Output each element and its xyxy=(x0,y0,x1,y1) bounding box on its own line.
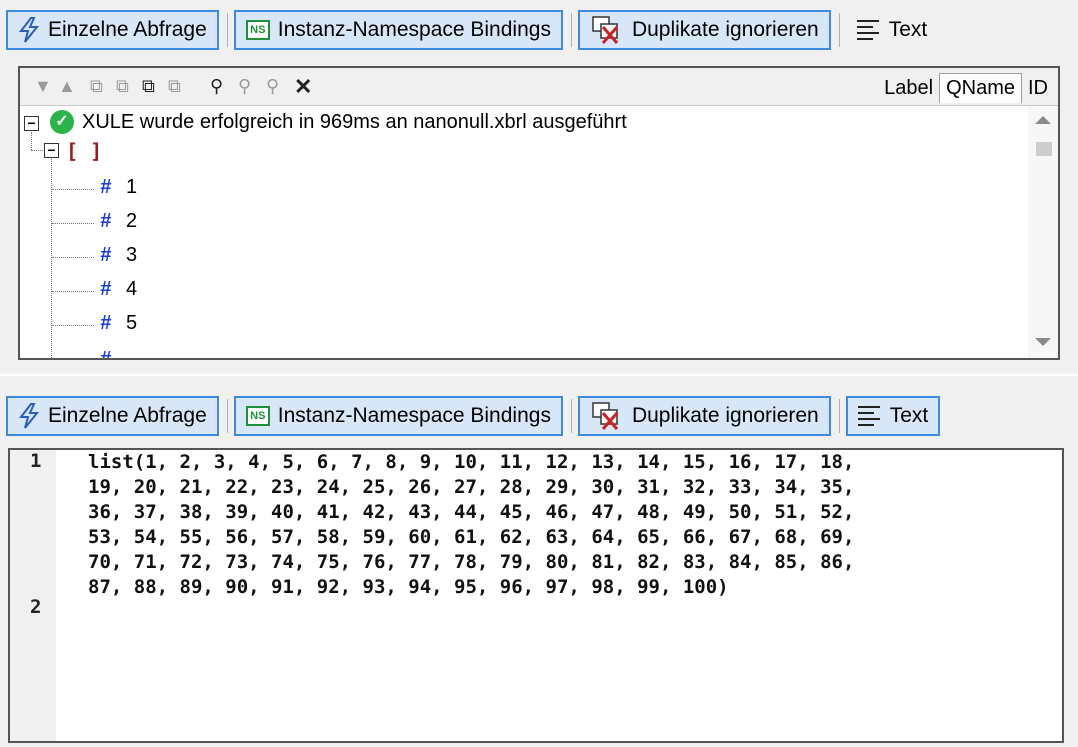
scroll-down-icon[interactable] xyxy=(1035,338,1051,346)
code-text[interactable]: list(1, 2, 3, 4, 5, 6, 7, 8, 9, 10, 11, … xyxy=(88,450,854,600)
namespace-bindings-label: Instanz-Namespace Bindings xyxy=(277,404,551,427)
tree-connector xyxy=(52,358,94,359)
single-query-label: Einzelne Abfrage xyxy=(48,18,207,41)
single-query-label: Einzelne Abfrage xyxy=(48,404,207,427)
single-query-button[interactable]: Einzelne Abfrage xyxy=(6,10,219,50)
lightning-icon xyxy=(18,403,40,429)
copy-all-icon[interactable]: ⧉ xyxy=(116,76,129,97)
list-item[interactable]: 3 xyxy=(126,244,137,267)
toolbar-separator xyxy=(570,399,572,433)
find-next-icon[interactable]: ⚲ xyxy=(238,76,251,97)
copy-value-icon[interactable]: ⧉ xyxy=(168,76,181,97)
list-item[interactable]: 1 xyxy=(126,176,137,199)
tree-scrollbar[interactable] xyxy=(1028,106,1058,358)
tree-connector xyxy=(31,150,43,151)
ignore-duplicates-button[interactable]: Duplikate ignorieren xyxy=(577,10,831,50)
tab-qname[interactable]: QName xyxy=(939,73,1022,103)
duplicates-icon xyxy=(590,14,624,46)
text-view-button[interactable]: Text xyxy=(845,396,941,436)
collapse-root-toggle[interactable]: − xyxy=(24,116,39,131)
status-message: XULE wurde erfolgreich in 969ms an nanon… xyxy=(82,111,627,133)
ignore-duplicates-label: Duplikate ignorieren xyxy=(631,404,819,427)
find-icon[interactable]: ⚲ xyxy=(210,76,223,97)
tab-id[interactable]: ID xyxy=(1022,74,1054,103)
find-previous-icon[interactable]: ⚲ xyxy=(266,76,279,97)
scroll-up-icon[interactable] xyxy=(1035,116,1051,124)
toolbar-separator xyxy=(838,13,840,47)
tree-connector xyxy=(52,291,94,292)
line-number: 2 xyxy=(30,596,42,618)
list-node[interactable]: [ ] xyxy=(66,139,102,163)
ignore-duplicates-button[interactable]: Duplikate ignorieren xyxy=(577,396,831,436)
list-item[interactable]: 2 xyxy=(126,210,137,233)
namespace-icon: NS xyxy=(245,406,270,426)
toolbar-separator xyxy=(838,399,840,433)
text-view-button[interactable]: Text xyxy=(846,10,939,50)
line-number-gutter: 1 2 xyxy=(10,450,56,741)
number-type-icon: # xyxy=(100,348,112,360)
number-type-icon: # xyxy=(100,312,112,334)
namespace-bindings-label: Instanz-Namespace Bindings xyxy=(277,18,551,41)
namespace-bindings-button[interactable]: NS Instanz-Namespace Bindings xyxy=(233,10,563,50)
namespace-bindings-button[interactable]: NS Instanz-Namespace Bindings xyxy=(233,396,563,436)
list-item[interactable]: 4 xyxy=(126,278,137,301)
success-check-icon: ✓ xyxy=(50,110,74,134)
ignore-duplicates-label: Duplikate ignorieren xyxy=(631,18,819,41)
text-view-label: Text xyxy=(889,404,929,427)
number-type-icon: # xyxy=(100,278,112,300)
copy-icon[interactable]: ⧉ xyxy=(90,76,103,97)
result-tree-frame: ▼ ▲ ⧉ ⧉ ⧉ ⧉ ⚲ ⚲ ⚲ ✕ Label QName ID − ✓ X… xyxy=(18,66,1060,360)
list-item[interactable]: 5 xyxy=(126,312,137,335)
single-query-button[interactable]: Einzelne Abfrage xyxy=(6,396,219,436)
lightning-icon xyxy=(18,17,40,43)
tree-connector xyxy=(52,325,94,326)
move-up-icon[interactable]: ▲ xyxy=(58,76,76,97)
number-type-icon: # xyxy=(100,176,112,198)
view-tabs: Label QName ID xyxy=(878,73,1054,103)
toolbar-separator xyxy=(570,13,572,47)
scroll-thumb[interactable] xyxy=(1036,142,1052,156)
tree-connector xyxy=(52,223,94,224)
line-number: 1 xyxy=(30,450,42,472)
text-toolbar: Einzelne Abfrage NS Instanz-Namespace Bi… xyxy=(6,394,946,438)
clear-icon[interactable]: ✕ xyxy=(294,74,312,100)
tree-toolbar: ▼ ▲ ⧉ ⧉ ⧉ ⧉ ⚲ ⚲ ⚲ ✕ Label QName ID xyxy=(20,68,1058,106)
result-panel: Einzelne Abfrage NS Instanz-Namespace Bi… xyxy=(0,0,1078,376)
toolbar-separator xyxy=(226,399,228,433)
text-panel: Einzelne Abfrage NS Instanz-Namespace Bi… xyxy=(0,376,1078,747)
tree-connector xyxy=(31,132,32,150)
tree-connector xyxy=(52,189,94,190)
copy-text-icon[interactable]: ⧉ xyxy=(142,76,155,97)
duplicates-icon xyxy=(590,400,624,432)
number-type-icon: # xyxy=(100,210,112,232)
text-lines-icon xyxy=(857,406,882,426)
tree-connector xyxy=(52,257,94,258)
namespace-icon: NS xyxy=(245,20,270,40)
text-view-label: Text xyxy=(888,18,928,41)
result-toolbar: Einzelne Abfrage NS Instanz-Namespace Bi… xyxy=(6,8,944,52)
tab-label[interactable]: Label xyxy=(878,74,939,103)
number-type-icon: # xyxy=(100,244,112,266)
move-down-icon[interactable]: ▼ xyxy=(34,76,52,97)
collapse-list-toggle[interactable]: − xyxy=(44,143,59,158)
result-tree: − ✓ XULE wurde erfolgreich in 969ms an n… xyxy=(20,106,1028,358)
text-lines-icon xyxy=(856,20,881,40)
toolbar-separator xyxy=(226,13,228,47)
text-editor[interactable]: 1 2 list(1, 2, 3, 4, 5, 6, 7, 8, 9, 10, … xyxy=(8,448,1064,743)
